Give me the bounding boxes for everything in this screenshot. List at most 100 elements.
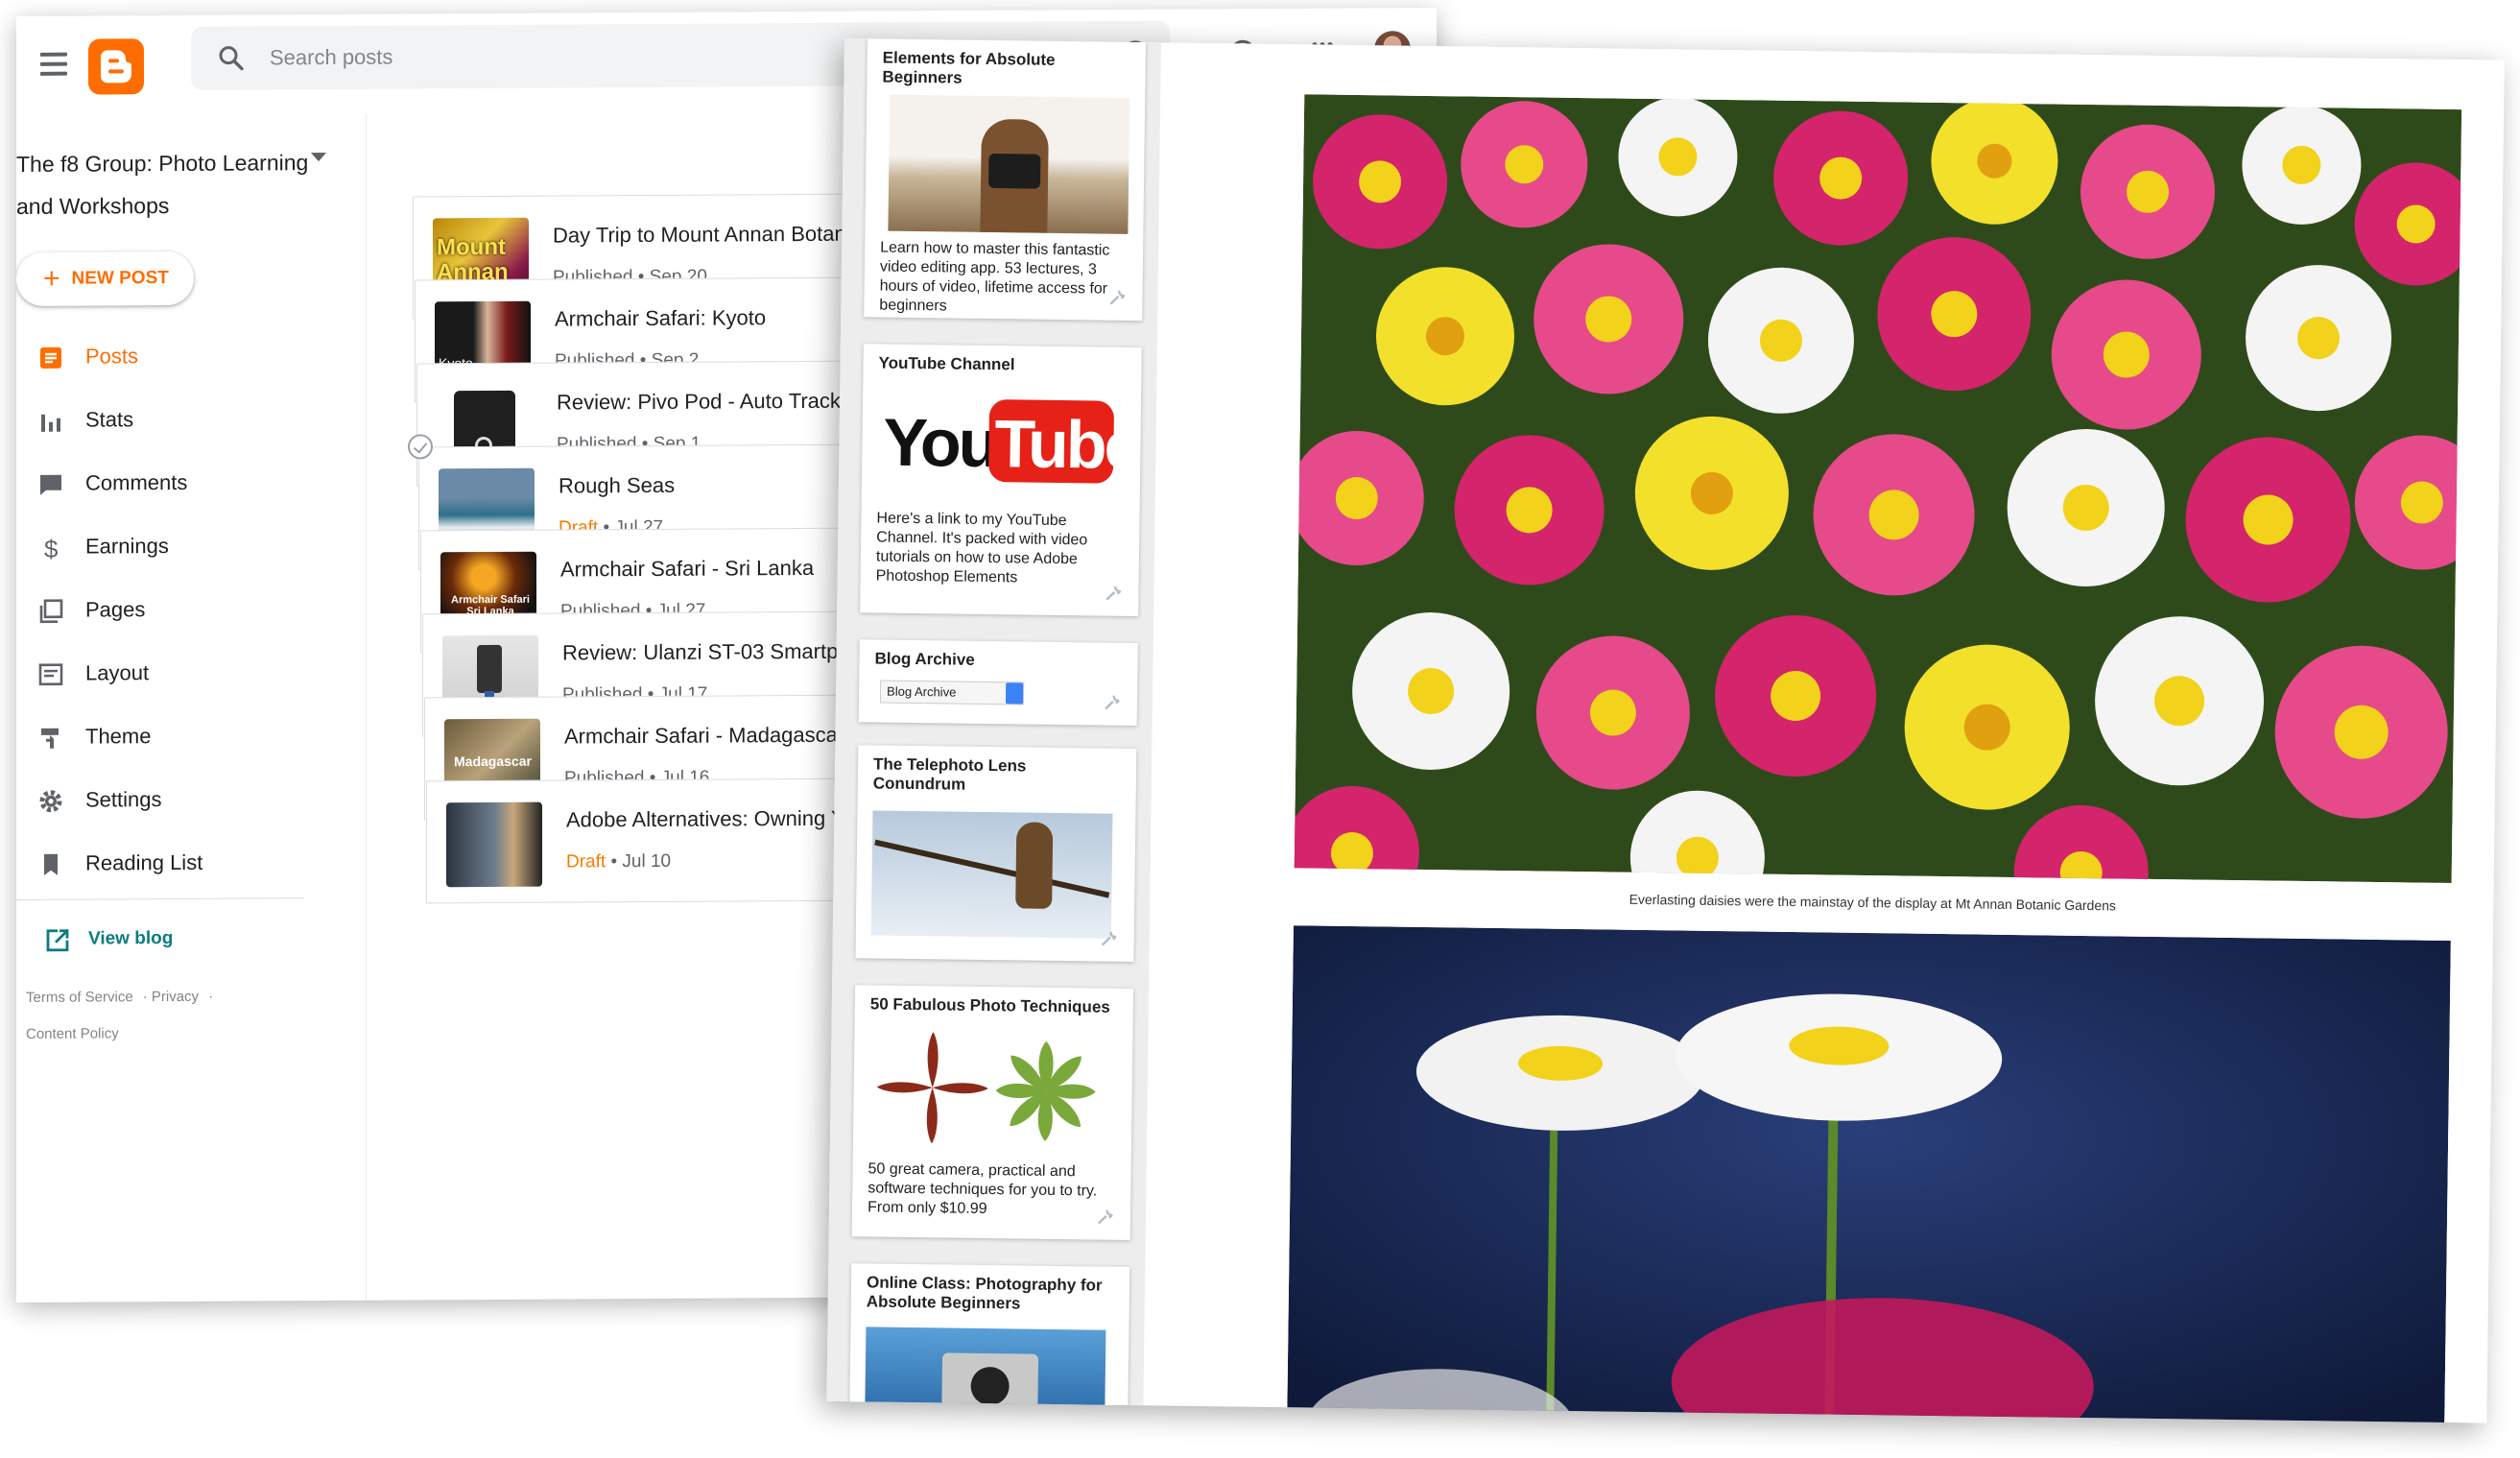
wrench-icon[interactable] [1100,929,1119,948]
photographer-image[interactable] [888,94,1130,234]
open-in-new-icon [46,929,69,952]
layout-icon [38,663,63,686]
leaf-art-image[interactable] [872,1027,1114,1155]
wrench-icon[interactable] [1096,1207,1115,1227]
svg-text:$: $ [44,536,59,561]
sidebar-item-comments[interactable]: Comments [16,450,314,515]
archive-select[interactable]: Blog Archive [879,680,1025,705]
pink-daisies-photo[interactable] [1294,94,2462,883]
widget-online-class: Online Class: Photography for Absolute B… [849,1263,1130,1421]
photo-caption: Everlasting daisies were the mainstay of… [1628,891,2117,914]
archive-select-value: Blog Archive [887,683,957,700]
wrench-icon[interactable] [1107,288,1127,307]
widget-youtube: YouTube Channel You Tube Here's a link t… [860,344,1142,617]
stats-icon [41,414,60,432]
view-blog-label: View blog [88,928,174,949]
post-date: Jul 10 [622,850,672,872]
content-policy-link[interactable]: Content Policy [26,1025,119,1042]
sidebar-item-pages[interactable]: Pages [16,577,314,642]
sidebar: The f8 Group: Photo Learning and Worksho… [16,113,367,1303]
dollar-icon: $ [44,536,59,561]
theme-icon [41,728,59,749]
post-title[interactable]: Armchair Safari - Madagascar [564,723,844,750]
post-title[interactable]: Review: Ulanzi ST-03 Smartpho [562,639,862,666]
sidebar-item-label: Stats [85,407,134,432]
select-checkbox[interactable] [408,434,433,460]
bookmark-icon [44,853,58,875]
widget-telephoto: The Telephoto Lens Conundrum [855,745,1137,963]
posts-icon [40,347,61,369]
widget-blog-archive: Blog Archive Blog Archive [858,639,1138,727]
sidebar-nav: Posts Stats Comments $ Earnings Pages La… [16,323,314,896]
thumbnail-text: Madagascar [454,753,532,770]
blog-post-content: Everlasting daisies were the mainstay of… [1162,42,2505,1423]
youtube-logo-tube: Tube [993,406,1140,484]
tripod-image [477,644,502,694]
widget-techniques: 50 Fabulous Photo Techniques 50 great ca… [851,985,1134,1241]
bird-on-branch-image[interactable] [870,810,1113,939]
white-daisies-photo[interactable] [1287,925,2451,1423]
select-arrows-icon [1005,682,1024,705]
privacy-link[interactable]: Privacy [152,989,199,1005]
hamburger-menu-icon[interactable] [40,52,67,78]
wrench-icon[interactable] [1104,584,1123,603]
plus-icon: + [43,262,60,295]
sidebar-item-label: Earnings [85,534,169,559]
widget-title: YouTube Channel [878,353,1015,374]
pages-icon [39,599,63,624]
sidebar-item-label: Settings [85,787,162,812]
sidebar-item-label: Pages [85,597,146,622]
widget-text: 50 great camera, practical and software … [867,1160,1098,1218]
camera-photo-image[interactable] [865,1327,1106,1421]
divider [16,897,304,900]
widget-title: 50 Fabulous Photo Techniques [869,994,1110,1016]
post-title[interactable]: Armchair Safari: Kyoto [555,305,766,331]
sidebar-item-theme[interactable]: Theme [16,704,314,769]
blog-selector[interactable]: The f8 Group: Photo Learning and Worksho… [16,141,314,227]
sidebar-item-label: Posts [85,344,139,369]
sidebar-item-posts[interactable]: Posts [16,323,314,389]
widget-sidebar: Elements for Absolute Beginners Learn ho… [826,38,1161,1421]
post-title[interactable]: Day Trip to Mount Annan Botanic [553,222,862,249]
screenshot-stage: The f8 Group: Photo Learning and Worksho… [0,0,2520,1458]
gear-icon [39,790,62,813]
youtube-logo[interactable]: You Tube [882,398,1139,488]
sidebar-item-label: Reading List [85,849,203,875]
wrench-icon[interactable] [1103,693,1122,712]
blogger-logo[interactable] [88,38,144,95]
sidebar-item-layout[interactable]: Layout [16,640,314,705]
view-blog-link[interactable]: View blog [16,920,173,959]
widget-title: Online Class: Photography for Absolute B… [866,1273,1103,1313]
chevron-down-icon[interactable] [311,153,326,162]
post-meta: Draft • Jul 10 [566,850,672,872]
widget-title: Blog Archive [874,649,975,669]
sidebar-item-reading-list[interactable]: Reading List [16,830,314,896]
sidebar-item-stats[interactable]: Stats [16,387,314,452]
sidebar-item-label: Comments [85,469,188,495]
widget-title: Elements for Absolute Beginners [882,48,1056,87]
post-title[interactable]: Rough Seas [559,473,675,499]
search-input[interactable] [270,36,845,77]
post-thumbnail [446,801,542,888]
new-post-label: NEW POST [71,268,169,289]
sidebar-item-earnings[interactable]: $ Earnings [16,514,314,579]
post-status: Draft [566,851,606,872]
sidebar-item-settings[interactable]: Settings [16,767,314,832]
blog-page-window: Elements for Absolute Beginners Learn ho… [826,38,2505,1423]
post-title[interactable]: Armchair Safari - Sri Lanka [560,556,814,583]
thumbnail-text: Mount Annan [437,233,509,286]
sidebar-item-label: Layout [85,660,150,685]
post-title[interactable]: Review: Pivo Pod - Auto Tracking [557,389,868,416]
widget-elements-course: Elements for Absolute Beginners Learn ho… [864,38,1146,322]
widget-title: The Telephoto Lens Conundrum [872,754,1027,794]
footer-links: Terms of Service · Privacy · Content Polic… [26,988,214,1042]
youtube-logo-you: You [882,404,998,482]
terms-link[interactable]: Terms of Service [26,989,133,1006]
new-post-button[interactable]: + NEW POST [16,251,194,306]
widget-text: Learn how to master this fantastic video… [879,239,1110,315]
sidebar-item-label: Theme [85,724,152,749]
comments-icon [40,474,61,495]
post-title[interactable]: Adobe Alternatives: Owning Y [566,806,845,833]
search-icon [219,46,244,71]
widget-text: Here's a link to my YouTube Channel. It'… [875,510,1088,586]
